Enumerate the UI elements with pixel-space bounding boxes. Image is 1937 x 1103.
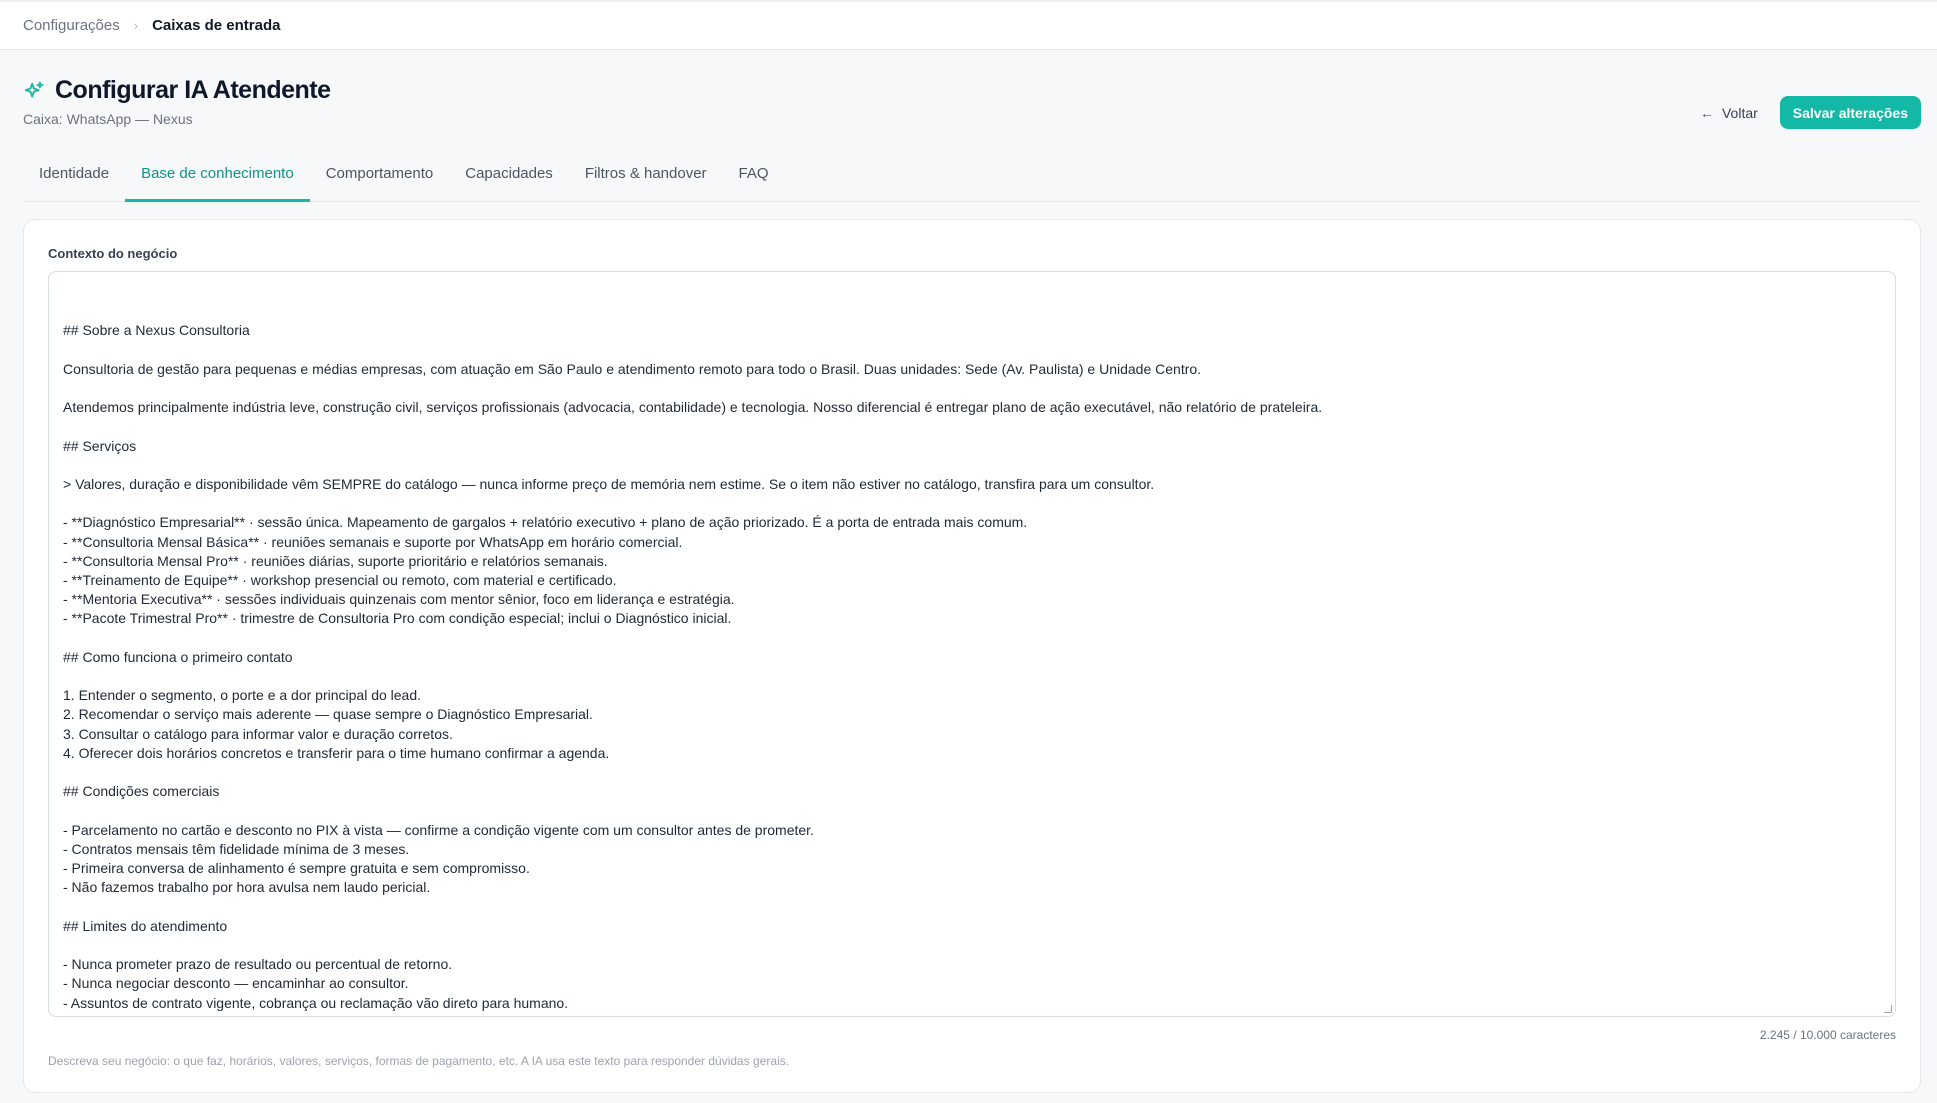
tab-filtros-handover[interactable]: Filtros & handover — [569, 162, 723, 202]
back-button-label: Voltar — [1721, 104, 1758, 121]
business-context-label: Contexto do negócio — [48, 246, 178, 261]
tab-bar: Identidade Base de conhecimento Comporta… — [23, 162, 1921, 202]
business-context-textarea[interactable]: ## Sobre a Nexus Consultoria Consultoria… — [48, 271, 1896, 1017]
breadcrumb: Configurações › Caixas de entrada — [0, 0, 1937, 50]
breadcrumb-link-settings[interactable]: Configurações — [23, 17, 120, 34]
sparkles-icon — [24, 81, 44, 97]
header-actions: ← Voltar Salvar alterações — [1692, 96, 1921, 129]
page-title: Configurar IA Atendente — [55, 76, 331, 104]
tab-capacidades[interactable]: Capacidades — [449, 162, 569, 202]
resize-handle-icon[interactable] — [1884, 1005, 1892, 1013]
character-counter: 2.245 / 10.000 caracteres — [1759, 1028, 1896, 1042]
chevron-right-icon: › — [133, 18, 139, 33]
back-button[interactable]: ← Voltar — [1692, 99, 1766, 127]
save-button[interactable]: Salvar alterações — [1779, 96, 1921, 129]
field-help-text: Descreva seu negócio: o que faz, horário… — [48, 1054, 790, 1068]
tab-base-de-conhecimento[interactable]: Base de conhecimento — [125, 162, 310, 202]
tab-faq[interactable]: FAQ — [723, 162, 785, 202]
business-context-text: ## Sobre a Nexus Consultoria Consultoria… — [63, 322, 1323, 1016]
inbox-subtitle: Caixa: WhatsApp — Nexus — [23, 111, 193, 127]
breadcrumb-current: Caixas de entrada — [152, 17, 281, 34]
tab-identidade[interactable]: Identidade — [23, 162, 125, 202]
page-header: Configurar IA Atendente Caixa: WhatsApp … — [0, 50, 1937, 202]
knowledge-base-card: Contexto do negócio ## Sobre a Nexus Con… — [23, 219, 1921, 1093]
arrow-left-icon: ← — [1699, 104, 1714, 121]
tab-comportamento[interactable]: Comportamento — [310, 162, 450, 202]
